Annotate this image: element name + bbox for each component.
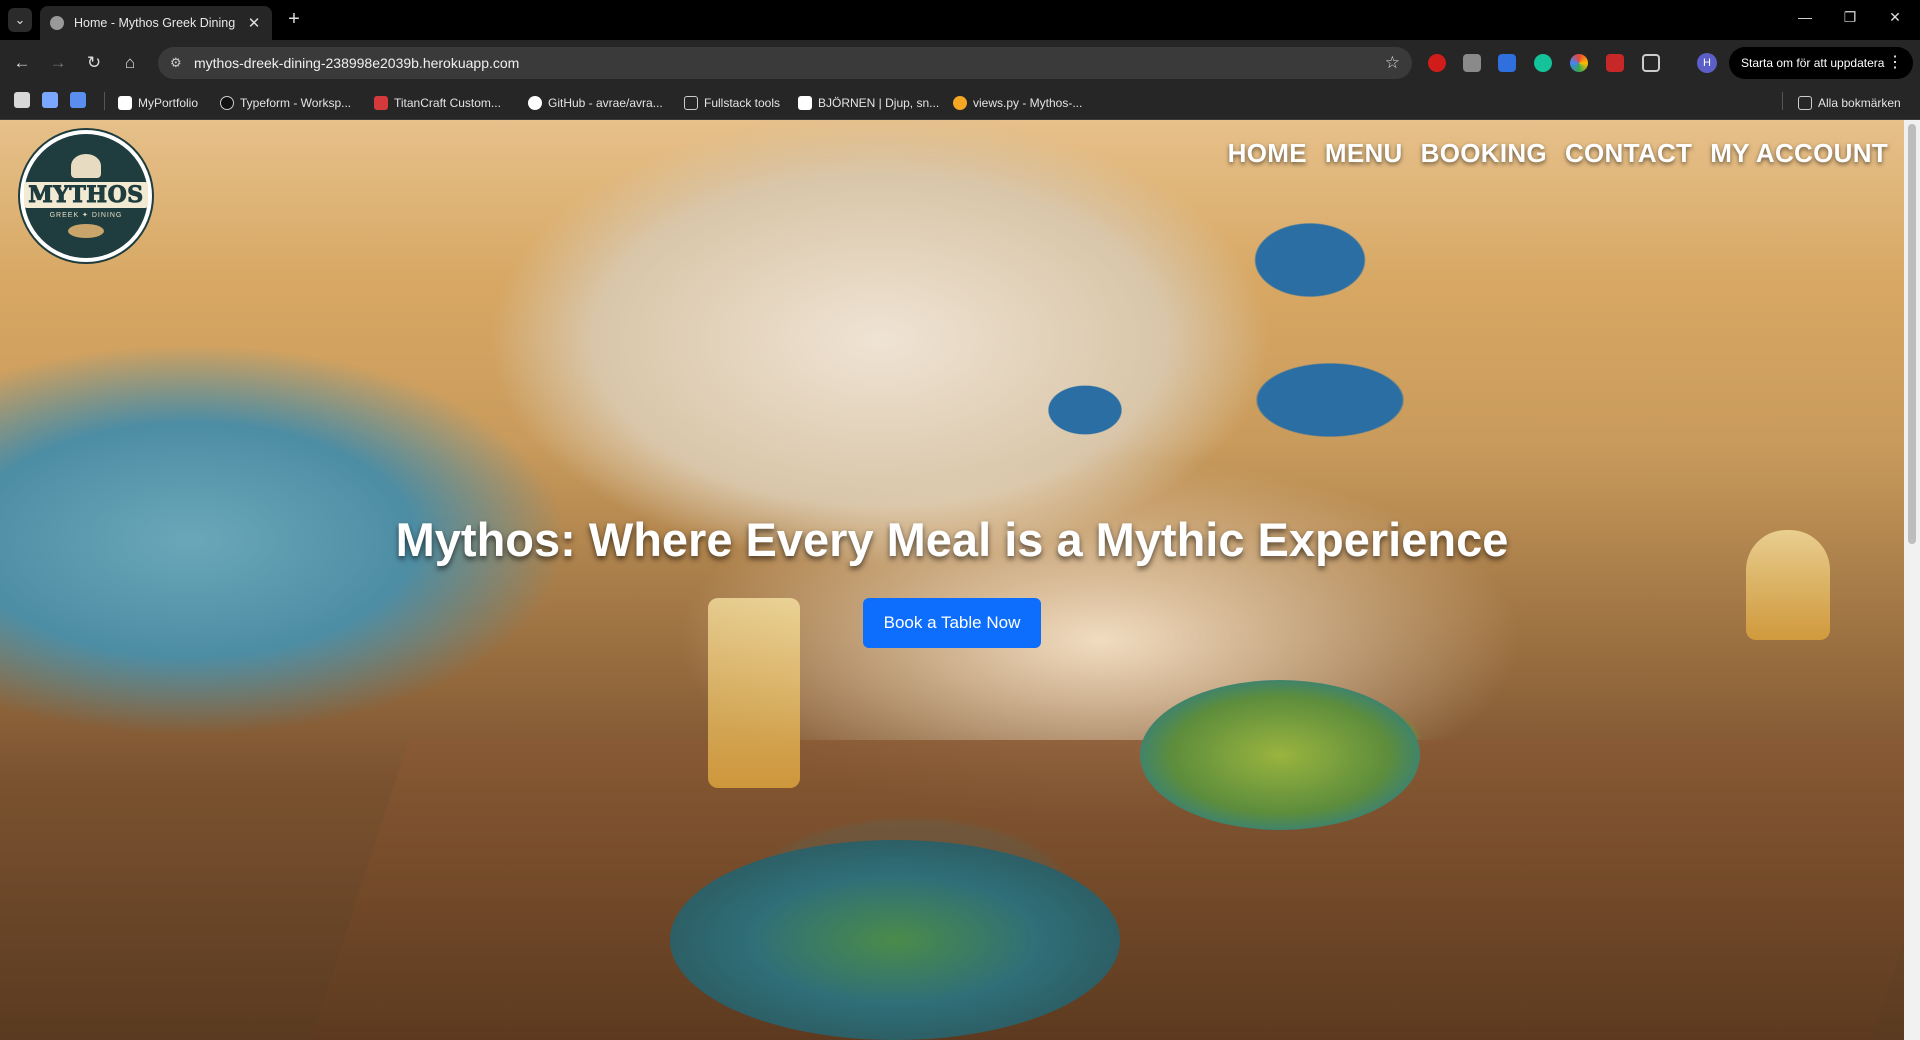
profile-initial: H xyxy=(1703,57,1711,69)
tab-strip: ⌄ Home - Mythos Greek Dining ✕ + — ❐ ✕ xyxy=(0,0,1920,40)
nav-contact[interactable]: CONTACT xyxy=(1565,138,1692,169)
extension-tp-icon[interactable] xyxy=(1606,54,1624,72)
minimize-icon[interactable]: — xyxy=(1790,9,1820,25)
book-table-button[interactable]: Book a Table Now xyxy=(863,598,1041,648)
bookmark-item[interactable]: TitanCraft Custom... xyxy=(374,94,501,112)
bookmark-item[interactable]: GitHub - avrae/avra... xyxy=(528,94,663,112)
logo-emblem-icon xyxy=(71,154,101,178)
bookmark-app-icon[interactable] xyxy=(42,92,58,108)
extensions-puzzle-icon[interactable] xyxy=(1642,54,1660,72)
color-picker-icon[interactable] xyxy=(1570,54,1588,72)
update-button[interactable]: Starta om för att uppdatera ⋮ xyxy=(1729,47,1913,79)
bookmark-label: TitanCraft Custom... xyxy=(394,96,501,110)
reload-icon[interactable]: ↻ xyxy=(82,51,106,75)
restore-icon[interactable]: ❐ xyxy=(1835,9,1865,26)
bookmark-label: BJÖRNEN | Djup, sn... xyxy=(818,96,940,110)
browser-toolbar: ← → ↻ ⌂ ⚙ mythos-dreek-dining-238998e203… xyxy=(0,40,1920,86)
tab-title: Home - Mythos Greek Dining xyxy=(74,16,236,30)
tab-search-icon[interactable]: ⌄ xyxy=(8,8,32,32)
new-tab-icon[interactable]: + xyxy=(282,8,306,32)
profile-avatar[interactable]: H xyxy=(1697,53,1717,73)
nav-menu[interactable]: MENU xyxy=(1325,138,1403,169)
main-nav: HOME MENU BOOKING CONTACT MY ACCOUNT xyxy=(1228,138,1888,169)
page-scrollbar[interactable] xyxy=(1904,120,1920,1040)
tab-favicon-icon xyxy=(50,16,64,30)
bookmark-separator xyxy=(104,92,105,110)
bookmark-app-icon[interactable] xyxy=(14,92,30,108)
scrollbar-thumb[interactable] xyxy=(1908,124,1916,544)
forward-icon[interactable]: → xyxy=(46,51,70,75)
bookmark-item[interactable]: Typeform - Worksp... xyxy=(220,94,351,112)
update-label: Starta om för att uppdatera xyxy=(1741,56,1885,70)
souvlaki-plate xyxy=(670,840,1120,1040)
extension-red-icon[interactable] xyxy=(1428,54,1446,72)
url-text: mythos-dreek-dining-238998e2039b.herokua… xyxy=(194,55,520,71)
all-bookmarks-button[interactable]: Alla bokmärken xyxy=(1798,94,1901,112)
bookmark-item[interactable]: MyPortfolio xyxy=(118,94,198,112)
logo-text: MYTHOS xyxy=(24,182,148,209)
glass-drink xyxy=(708,598,800,788)
nav-home[interactable]: HOME xyxy=(1228,138,1307,169)
bookmark-item[interactable]: BJÖRNEN | Djup, sn... xyxy=(798,94,939,112)
more-menu-icon[interactable]: ⋮ xyxy=(1887,47,1903,79)
bookmark-label: GitHub - avrae/avra... xyxy=(548,96,663,110)
extension-blue-icon[interactable] xyxy=(1498,54,1516,72)
bookmark-star-icon[interactable]: ☆ xyxy=(1385,53,1400,73)
back-icon[interactable]: ← xyxy=(10,51,34,75)
hero-headline: Mythos: Where Every Meal is a Mythic Exp… xyxy=(395,513,1509,566)
bookmark-item[interactable]: views.py - Mythos-... xyxy=(953,94,1082,112)
bookmark-item[interactable]: Fullstack tools xyxy=(684,94,780,112)
nav-booking[interactable]: BOOKING xyxy=(1421,138,1547,169)
site-logo[interactable]: MYTHOS GREEK ✦ DINING xyxy=(20,130,152,262)
page-viewport: MYTHOS GREEK ✦ DINING HOME MENU BOOKING … xyxy=(0,120,1920,1040)
close-window-icon[interactable]: ✕ xyxy=(1880,9,1910,26)
logo-dish-icon xyxy=(68,224,104,238)
active-tab[interactable]: Home - Mythos Greek Dining ✕ xyxy=(40,6,272,40)
nav-my-account[interactable]: MY ACCOUNT xyxy=(1710,138,1888,169)
bookmark-label: Typeform - Worksp... xyxy=(240,96,352,110)
bookmark-label: views.py - Mythos-... xyxy=(973,96,1083,110)
close-tab-icon[interactable]: ✕ xyxy=(246,14,262,32)
grammarly-icon[interactable] xyxy=(1534,54,1552,72)
wooden-table xyxy=(311,740,1920,1040)
hero-background-image xyxy=(0,120,1920,1040)
address-bar[interactable]: ⚙ mythos-dreek-dining-238998e2039b.herok… xyxy=(158,47,1412,79)
olive-salad-bowl xyxy=(1140,680,1420,830)
bookmark-label: Fullstack tools xyxy=(704,96,781,110)
extension-grey-icon[interactable] xyxy=(1463,54,1481,72)
bookmark-label: MyPortfolio xyxy=(138,96,199,110)
site-info-icon[interactable]: ⚙ xyxy=(170,55,186,71)
bookmark-separator xyxy=(1782,92,1783,110)
bookmark-app-icon[interactable] xyxy=(70,92,86,108)
home-icon[interactable]: ⌂ xyxy=(118,51,142,75)
logo-subtext: GREEK ✦ DINING xyxy=(49,212,123,219)
all-bookmarks-label: Alla bokmärken xyxy=(1818,96,1901,110)
